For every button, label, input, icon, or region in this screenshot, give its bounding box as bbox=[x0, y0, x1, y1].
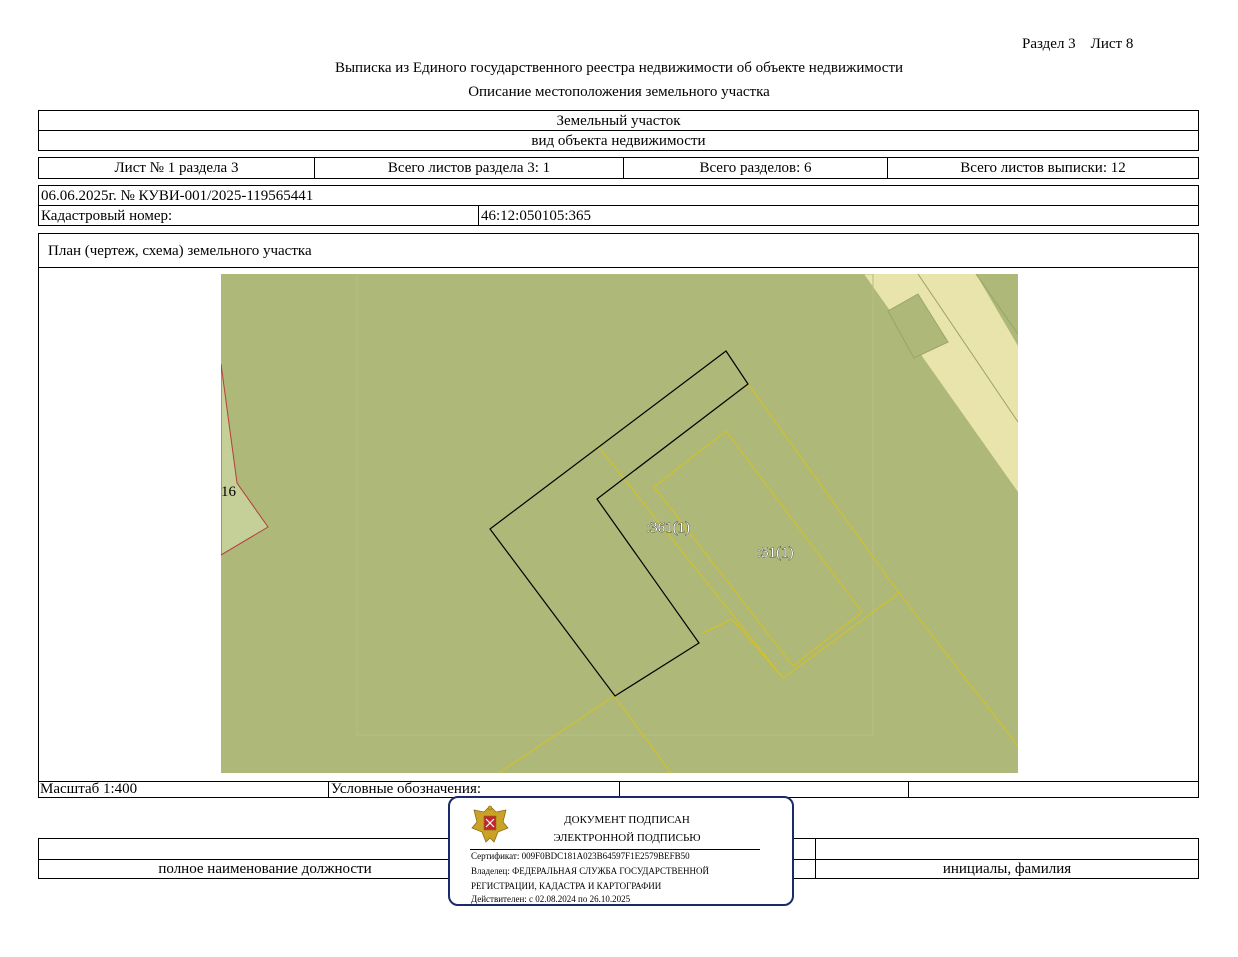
document-title: Выписка из Единого государственного реес… bbox=[334, 60, 904, 76]
stamp-line-1: ДОКУМЕНТ ПОДПИСАН bbox=[564, 814, 690, 826]
section-sheet-label: Раздел 3 Лист 8 bbox=[1022, 36, 1134, 52]
map-background bbox=[221, 274, 1018, 773]
name-caption: инициалы, фамилия bbox=[942, 861, 1072, 877]
plan-title: План (чертеж, схема) земельного участка bbox=[48, 243, 312, 259]
stamp-line-2: ЭЛЕКТРОННОЙ ПОДПИСЬЮ bbox=[553, 832, 701, 844]
stamp-valid: Действителен: с 02.08.2024 по 26.10.2025 bbox=[471, 894, 631, 904]
doc-info-table: 06.06.2025г. № КУВИ-001/2025-119565441 К… bbox=[38, 185, 1199, 226]
electronic-signature-stamp: ДОКУМЕНТ ПОДПИСАН ЭЛЕКТРОННОЙ ПОДПИСЬЮ С… bbox=[448, 796, 794, 906]
stamp-owner-1: Владелец: ФЕДЕРАЛЬНАЯ СЛУЖБА ГОСУДАРСТВЕ… bbox=[471, 866, 710, 876]
coat-of-arms-icon bbox=[471, 805, 509, 843]
label-parcel-361: :361(1) bbox=[646, 520, 690, 536]
cadastral-map: 16 :361(1) :51(1) bbox=[221, 274, 1018, 773]
object-type-caption: вид объекта недвижимости bbox=[531, 133, 706, 149]
position-caption: полное наименование должности bbox=[158, 861, 372, 877]
object-type: Земельный участок bbox=[556, 113, 681, 129]
sheets-table: Лист № 1 раздела 3 Всего листов раздела … bbox=[38, 157, 1199, 179]
date-number: 06.06.2025г. № КУВИ-001/2025-119565441 bbox=[41, 188, 314, 204]
stamp-owner-2: РЕГИСТРАЦИИ, КАДАСТРА И КАРТОГРАФИИ bbox=[471, 881, 662, 891]
cadastral-label: Кадастровый номер: bbox=[41, 208, 173, 224]
total-sheets-section: Всего листов раздела 3: 1 bbox=[387, 160, 551, 176]
stamp-certificate: Сертификат: 009F0BDC181A023B64597F1E2579… bbox=[471, 851, 690, 861]
total-sheets-extract: Всего листов выписки: 12 bbox=[960, 160, 1126, 176]
object-type-table: Земельный участок вид объекта недвижимос… bbox=[38, 110, 1199, 151]
cadastral-number: 46:12:050105:365 bbox=[481, 208, 592, 224]
sheet-number: Лист № 1 раздела 3 bbox=[114, 160, 239, 176]
label-left-parcel: 16 bbox=[221, 484, 237, 500]
label-parcel-51: :51(1) bbox=[757, 545, 794, 561]
scale-label: Масштаб 1:400 bbox=[40, 781, 138, 797]
total-sections: Всего разделов: 6 bbox=[699, 160, 812, 176]
document-subtitle: Описание местоположения земельного участ… bbox=[468, 84, 770, 100]
